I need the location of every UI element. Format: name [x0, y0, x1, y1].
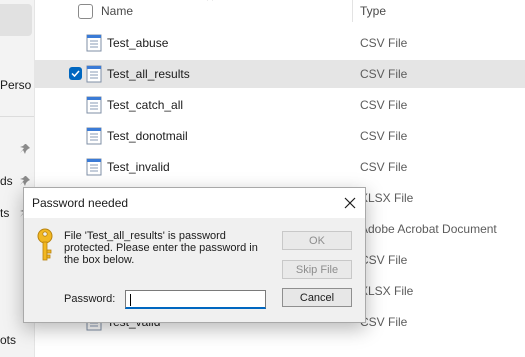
nav-item-downloads[interactable]: ds	[0, 174, 13, 188]
select-all-checkbox[interactable]	[78, 4, 93, 19]
password-dialog: Password needed File 'Test_all_results' …	[23, 187, 366, 323]
file-row[interactable]: Test_abuse CSV File	[34, 29, 525, 57]
password-label: Password:	[64, 293, 116, 305]
chevron-up-icon[interactable]	[206, 0, 214, 2]
nav-selected-item[interactable]	[0, 4, 32, 36]
nav-item-screenshots[interactable]: ots	[0, 333, 16, 347]
password-input[interactable]	[125, 290, 266, 309]
file-type: CSV File	[360, 98, 408, 112]
file-type: XLSX File	[360, 284, 414, 298]
key-icon	[37, 228, 53, 261]
file-name: Test_donotmail	[107, 129, 188, 143]
nav-divider	[0, 116, 34, 117]
csv-file-icon	[86, 34, 102, 52]
dialog-title-bar[interactable]: Password needed	[24, 188, 365, 218]
file-type: CSV File	[360, 160, 408, 174]
file-row[interactable]: Test_donotmail CSV File	[34, 122, 525, 150]
csv-file-icon	[86, 96, 102, 114]
file-type: Adobe Acrobat Document	[360, 222, 497, 236]
dialog-title: Password needed	[32, 196, 129, 210]
file-name: Test_all_results	[107, 67, 190, 81]
nav-item-documents[interactable]: ts	[0, 206, 9, 220]
file-row[interactable]: Test_catch_all CSV File	[34, 91, 525, 119]
close-icon[interactable]	[341, 194, 359, 212]
column-header-name[interactable]: Name	[101, 4, 133, 18]
file-type: CSV File	[360, 67, 408, 81]
column-divider[interactable]	[352, 0, 353, 22]
file-name: Test_invalid	[107, 160, 170, 174]
row-checkbox[interactable]	[69, 67, 82, 80]
cancel-button[interactable]: Cancel	[282, 288, 352, 307]
skip-file-button[interactable]: Skip File	[282, 260, 352, 279]
file-type: CSV File	[360, 129, 408, 143]
column-header-row: Name Type	[34, 0, 525, 24]
dialog-message: File 'Test_all_results' is password prot…	[64, 230, 258, 266]
csv-file-icon	[86, 65, 102, 83]
nav-item-personal[interactable]: Perso	[0, 78, 31, 92]
ok-button[interactable]: OK	[282, 231, 352, 250]
file-name: Test_catch_all	[107, 98, 184, 112]
column-header-type[interactable]: Type	[360, 4, 386, 18]
file-row[interactable]: Test_all_results CSV File	[34, 60, 525, 88]
text-caret	[130, 294, 131, 306]
file-type: XLSX File	[360, 191, 414, 205]
pin-icon	[20, 176, 30, 186]
check-icon	[71, 70, 80, 78]
file-row[interactable]: Test_invalid CSV File	[34, 153, 525, 181]
file-type: CSV File	[360, 36, 408, 50]
csv-file-icon	[86, 158, 102, 176]
file-type: CSV File	[360, 315, 408, 329]
csv-file-icon	[86, 127, 102, 145]
file-name: Test_abuse	[107, 36, 169, 50]
file-type: CSV File	[360, 253, 408, 267]
pin-icon	[20, 144, 30, 154]
